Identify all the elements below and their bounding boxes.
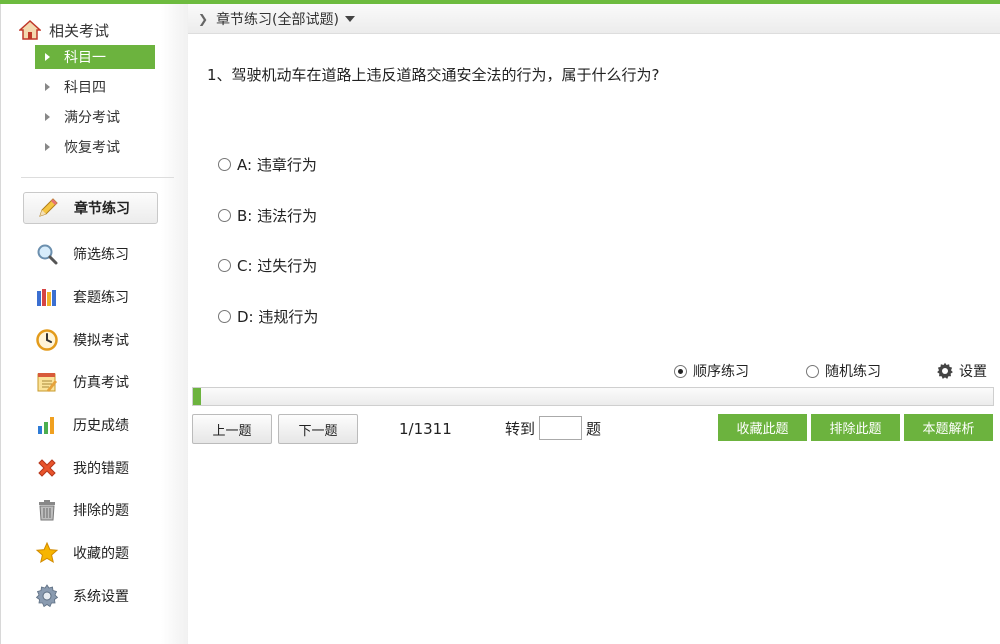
triangle-right-icon [45,53,50,61]
radio-icon[interactable] [218,258,231,272]
magnifier-icon [37,244,58,265]
menu-label: 历史成绩 [73,418,129,434]
dropdown-caret-icon[interactable] [345,15,355,22]
menu-favorite-questions[interactable]: 收藏的题 [23,537,158,569]
option-b[interactable]: B: 违法行为 [218,205,317,225]
bar-chart-icon [38,417,54,434]
triangle-right-icon [45,113,50,121]
radio-icon[interactable] [806,364,819,378]
clock-icon [36,329,58,351]
option-label: B: 违法行为 [237,206,318,225]
subject-item-kemu4[interactable]: 科目四 [35,75,155,99]
exclude-question-button[interactable]: 排除此题 [811,414,900,441]
option-label: D: 违规行为 [237,307,319,326]
gear-icon [937,362,953,379]
triangle-right-icon [45,83,50,91]
menu-label: 排除的题 [73,503,129,519]
menu-label: 套题练习 [73,290,129,306]
breadcrumb[interactable]: ❯ 章节练习(全部试题) [188,4,1000,34]
gear-icon [35,584,59,608]
menu-label: 系统设置 [73,589,129,605]
red-x-icon [38,459,56,477]
subject-item-kemu1[interactable]: 科目一 [35,45,155,69]
menu-my-mistakes[interactable]: 我的错题 [23,452,158,484]
home-icon [19,20,41,40]
subject-item-full-score[interactable]: 满分考试 [35,105,155,129]
related-exams-header[interactable]: 相关考试 [19,18,109,42]
prev-question-button[interactable]: 上一题 [192,414,272,444]
settings-label: 设置 [959,364,987,380]
books-icon [37,289,56,306]
menu-label: 收藏的题 [73,546,129,562]
menu-system-settings[interactable]: 系统设置 [23,580,158,612]
option-a[interactable]: A: 违章行为 [218,154,317,174]
menu-label: 模拟考试 [73,333,129,349]
goto-suffix-label: 题 [586,419,602,438]
menu-chapter-practice[interactable]: 章节练习 [23,192,158,224]
chevron-right-icon: ❯ [198,11,209,26]
next-question-button[interactable]: 下一题 [278,414,358,444]
subject-item-restore[interactable]: 恢复考试 [35,135,155,159]
subject-label: 科目四 [64,80,106,96]
favorite-question-button[interactable]: 收藏此题 [718,414,807,441]
breadcrumb-label: 章节练习(全部试题) [216,11,339,28]
option-c[interactable]: C: 过失行为 [218,255,317,275]
question-counter: 1/1311 [399,420,452,438]
subject-label: 科目一 [64,50,106,66]
menu-label: 我的错题 [73,461,129,477]
option-label: C: 过失行为 [237,256,318,275]
sidebar-divider [21,177,174,178]
sidebar: 相关考试 科目一 科目四 满分考试 恢复考试 章节练习 筛选练习 套题练习 模拟… [0,4,188,644]
goto-question: 转到 题 [505,416,601,440]
progress-fill [193,388,201,405]
notepad-icon [37,373,57,392]
menu-filter-practice[interactable]: 筛选练习 [23,238,158,270]
question-explanation-button[interactable]: 本题解析 [904,414,993,441]
radio-selected-icon[interactable] [674,364,687,378]
sequential-practice-radio[interactable]: 顺序练习 [674,362,749,380]
menu-simulation-exam[interactable]: 仿真考试 [23,366,158,398]
random-practice-label: 随机练习 [825,364,881,380]
triangle-right-icon [45,143,50,151]
goto-prefix-label: 转到 [505,419,536,438]
menu-set-practice[interactable]: 套题练习 [23,281,158,313]
subject-label: 满分考试 [64,110,120,126]
progress-bar [192,387,994,406]
related-exams-label: 相关考试 [49,21,110,40]
random-practice-radio[interactable]: 随机练习 [806,362,881,380]
subject-label: 恢复考试 [64,140,120,156]
option-label: A: 违章行为 [237,155,317,174]
star-icon [35,541,59,564]
menu-history-scores[interactable]: 历史成绩 [23,409,158,441]
settings-button[interactable]: 设置 [936,362,987,380]
menu-label: 仿真考试 [73,375,129,391]
menu-excluded-questions[interactable]: 排除的题 [23,494,158,526]
radio-icon[interactable] [218,157,231,171]
sequential-practice-label: 顺序练习 [693,364,749,380]
question-text: 1、驾驶机动车在道路上违反道路交通安全法的行为，属于什么行为? [207,66,660,84]
pencil-icon [39,198,58,217]
menu-label: 筛选练习 [73,247,129,263]
option-d[interactable]: D: 违规行为 [218,306,318,326]
menu-mock-exam[interactable]: 模拟考试 [23,324,158,356]
radio-icon[interactable] [218,208,231,222]
trash-icon [39,500,55,521]
menu-label: 章节练习 [74,201,130,217]
goto-question-input[interactable] [539,416,583,440]
radio-icon[interactable] [218,309,231,323]
